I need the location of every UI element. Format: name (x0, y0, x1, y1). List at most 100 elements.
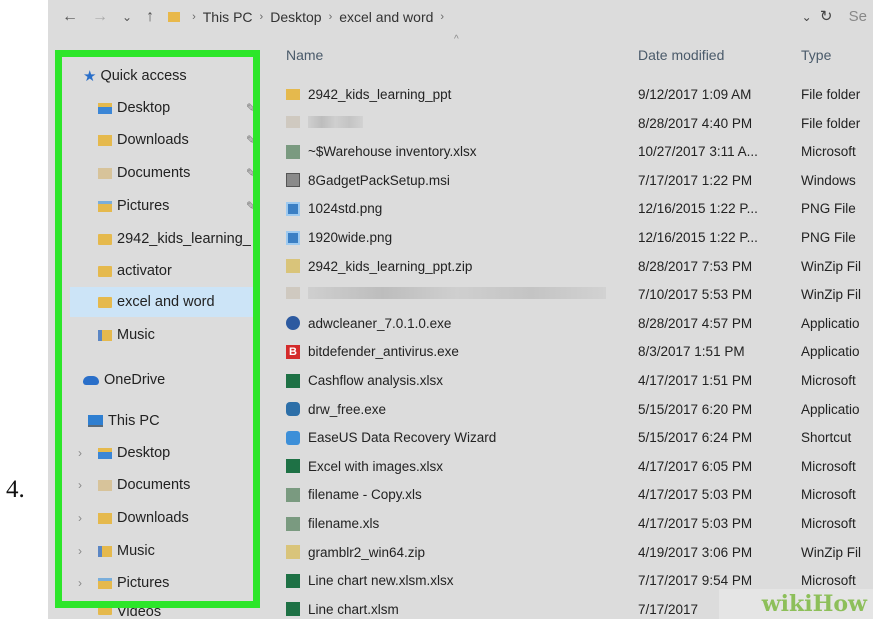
file-type: Windows (801, 172, 856, 188)
nav-activator[interactable]: activator (98, 256, 172, 286)
file-row[interactable]: 8/28/2017 4:40 PM File folder (286, 111, 873, 138)
nav-pc-pictures[interactable]: › Pictures (78, 568, 169, 598)
file-row[interactable]: filename - Copy.xls 4/17/2017 5:03 PM Micr… (286, 482, 873, 509)
column-header-name[interactable]: Name (286, 40, 323, 70)
file-date: 4/17/2017 1:51 PM (638, 373, 753, 388)
recent-locations-chevron-icon[interactable]: ⌄ (122, 10, 132, 24)
breadcrumb-this-pc[interactable]: This PC (203, 9, 253, 25)
file-name-cell: 2942_kids_learning_ppt.zip (286, 259, 606, 274)
breadcrumb-separator-icon[interactable]: › (192, 11, 196, 23)
excel-file-icon (286, 573, 300, 588)
nav-label: Documents (117, 477, 191, 493)
file-name-cell: ~$Warehouse inventory.xlsx (286, 144, 606, 159)
pin-icon[interactable]: ✎ (246, 199, 256, 213)
file-row[interactable]: Cashflow analysis.xlsx 4/17/2017 1:51 PM M… (286, 368, 873, 395)
file-name-cell: Line chart new.xlsm.xlsx (286, 573, 606, 588)
breadcrumb-separator-icon[interactable]: › (329, 11, 333, 23)
chevron-right-icon[interactable]: › (78, 576, 82, 590)
excel-file-icon (286, 373, 300, 388)
file-row[interactable]: Bbitdefender_antivirus.exe 8/3/2017 1:51 … (286, 339, 873, 366)
nav-excel-and-word[interactable]: excel and word (70, 287, 256, 317)
file-row[interactable]: ~$Warehouse inventory.xlsx 10/27/2017 3:1… (286, 139, 873, 166)
file-type: PNG File (801, 201, 856, 217)
pin-icon[interactable]: ✎ (246, 101, 256, 115)
file-type: WinZip Fil (801, 287, 861, 303)
file-type: File folder (801, 87, 861, 102)
file-row[interactable]: Excel with images.xlsx 4/17/2017 6:05 PM M… (286, 454, 873, 481)
nav-pc-desktop[interactable]: › Desktop (78, 438, 170, 468)
breadcrumb-desktop[interactable]: Desktop (270, 9, 321, 25)
file-row[interactable]: 1920wide.png 12/16/2015 1:22 P... PNG File (286, 225, 873, 252)
file-type: Applicatio (801, 315, 860, 331)
refresh-icon[interactable]: ↻ (820, 8, 833, 25)
column-header-date-modified[interactable]: Date modified (638, 40, 724, 70)
breadcrumb-excel-and-word[interactable]: excel and word (339, 9, 433, 25)
file-row[interactable]: adwcleaner_7.0.1.0.exe 8/28/2017 4:57 PM A… (286, 311, 873, 338)
chevron-right-icon[interactable]: › (78, 511, 82, 525)
nav-pictures[interactable]: Pictures ✎ (98, 191, 256, 221)
file-name-cell: filename - Copy.xls (286, 487, 606, 502)
nav-label: Pictures (117, 198, 170, 214)
file-name: adwcleaner_7.0.1.0.exe (308, 315, 452, 331)
file-row[interactable]: filename.xls 4/17/2017 5:03 PM Microsoft (286, 511, 873, 538)
column-header-type[interactable]: Type (801, 40, 831, 70)
nav-pc-music[interactable]: › Music (78, 536, 155, 566)
file-row[interactable]: 7/10/2017 5:53 PM WinZip Fil (286, 282, 873, 309)
pin-icon[interactable]: ✎ (246, 133, 256, 147)
file-name: 2942_kids_learning_ppt.zip (308, 258, 473, 274)
up-arrow-icon[interactable]: ↑ (146, 8, 154, 26)
file-date: 12/16/2015 1:22 P... (638, 201, 758, 217)
documents-folder-icon (98, 479, 112, 491)
adwcleaner-icon (286, 316, 300, 331)
step-number: 4. (6, 476, 25, 503)
music-folder-icon (98, 329, 112, 341)
chevron-right-icon[interactable]: › (78, 544, 82, 558)
pin-icon[interactable]: ✎ (246, 166, 256, 180)
nav-desktop[interactable]: Desktop ✎ (98, 93, 256, 123)
file-date: 10/27/2017 3:11 A... (638, 144, 758, 160)
address-bar[interactable]: ← → ⌄ ↑ › This PC › Desktop › excel and … (48, 0, 873, 34)
file-date: 8/28/2017 4:40 PM (638, 115, 753, 131)
nav-label: Quick access (100, 68, 187, 84)
breadcrumb-separator-icon[interactable]: › (260, 11, 264, 23)
nav-this-pc[interactable]: This PC (88, 406, 160, 436)
nav-music[interactable]: Music (98, 320, 155, 350)
forward-arrow-icon[interactable]: → (92, 8, 108, 26)
nav-quick-access[interactable]: ★ Quick access (83, 61, 187, 91)
file-type: Microsoft (801, 487, 856, 503)
file-name: 1024std.png (308, 201, 383, 217)
nav-pc-downloads[interactable]: › Downloads (78, 503, 189, 533)
file-row[interactable]: 2942_kids_learning_ppt.zip 8/28/2017 7:53… (286, 254, 873, 281)
desktop-folder-icon (98, 447, 112, 459)
file-row[interactable]: EaseUS Data Recovery Wizard 5/15/2017 6:2… (286, 425, 873, 452)
chevron-right-icon[interactable]: › (78, 446, 82, 460)
search-box[interactable]: Se (849, 8, 867, 25)
breadcrumb-separator-icon[interactable]: › (440, 11, 444, 23)
nav-2942-kids-learning[interactable]: 2942_kids_learning_ (98, 224, 258, 254)
nav-onedrive[interactable]: OneDrive (83, 365, 165, 395)
file-name: filename.xls (308, 516, 380, 531)
nav-documents[interactable]: Documents ✎ (98, 158, 256, 188)
file-row[interactable]: 8GadgetPackSetup.msi 7/17/2017 1:22 PM Win… (286, 168, 873, 195)
shortcut-icon (286, 430, 300, 445)
nav-pc-videos[interactable]: Videos (98, 604, 161, 618)
file-date: 7/17/2017 9:54 PM (638, 573, 753, 589)
nav-downloads[interactable]: Downloads ✎ (98, 125, 256, 155)
excel-file-icon (286, 487, 300, 502)
chevron-right-icon[interactable]: › (78, 478, 82, 492)
file-date: 5/15/2017 6:24 PM (638, 430, 753, 446)
file-row[interactable]: 1024std.png 12/16/2015 1:22 P... PNG File (286, 196, 873, 223)
file-row[interactable]: gramblr2_win64.zip 4/19/2017 3:06 PM WinZi… (286, 540, 873, 567)
wikihow-watermark: wikiHow (719, 589, 873, 619)
back-arrow-icon[interactable]: ← (62, 8, 78, 26)
dropdown-chevron-icon[interactable]: ⌄ (802, 10, 812, 24)
nav-label: Videos (117, 604, 162, 618)
nav-pc-documents[interactable]: › Documents (78, 470, 191, 500)
folder-icon (286, 115, 300, 128)
file-row[interactable]: 2942_kids_learning_ppt 9/12/2017 1:09 AM F… (286, 82, 873, 109)
image-file-icon (286, 201, 300, 216)
nav-label: 2942_kids_learning_ (117, 231, 251, 247)
file-row[interactable]: drw_free.exe 5/15/2017 6:20 PM Applicatio (286, 397, 873, 424)
file-name-cell: EaseUS Data Recovery Wizard (286, 430, 606, 445)
file-name: filename - Copy.xls (308, 487, 422, 503)
